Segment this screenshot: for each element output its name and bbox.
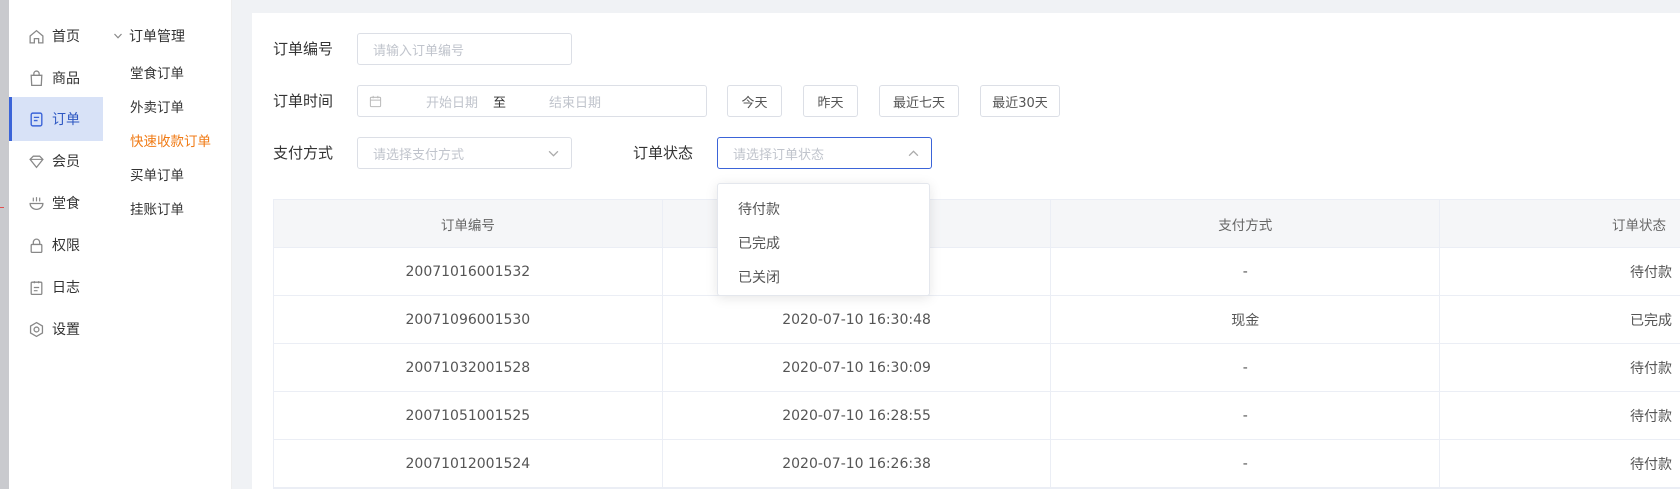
- cell-order-time: 2020-07-10 16:26:38: [663, 440, 1052, 487]
- date-range-picker[interactable]: 开始日期 至 结束日期: [357, 85, 707, 117]
- order-no-label: 订单编号: [273, 40, 334, 58]
- home-icon: [29, 29, 44, 44]
- dropdown-option-closed[interactable]: 已关闭: [718, 260, 929, 294]
- cell-order-no: 20071051001525: [274, 392, 663, 439]
- cell-order-no: 20071016001532: [274, 248, 663, 295]
- last-7-days-button[interactable]: 最近七天: [879, 85, 959, 117]
- nav-item-label: 日志: [52, 280, 80, 296]
- start-date-placeholder[interactable]: 开始日期: [426, 92, 478, 111]
- subnav-item-bill-orders[interactable]: 买单订单: [130, 164, 184, 184]
- window-edge-strip: [0, 0, 9, 489]
- nav-item-settings[interactable]: 设置: [9, 307, 103, 351]
- order-status-label: 订单状态: [633, 144, 694, 162]
- dropdown-option-pending-payment[interactable]: 待付款: [718, 192, 929, 226]
- edge-marker: [0, 207, 4, 208]
- sub-nav: 订单管理 堂食订单 外卖订单 快速收款订单 买单订单 挂账订单: [103, 0, 232, 489]
- order-no-placeholder: 请输入订单编号: [373, 43, 465, 59]
- order-status-select[interactable]: 请选择订单状态: [717, 137, 932, 169]
- orders-table: 订单编号 支付方式 订单状态 20071016001532 - 待付款 2007…: [273, 199, 1680, 489]
- nav-item-logs[interactable]: 日志: [9, 265, 103, 309]
- cell-order-status: 待付款: [1629, 360, 1672, 377]
- cell-pay-method: -: [1051, 392, 1441, 439]
- table-row[interactable]: 20071032001528 2020-07-10 16:30:09 - 待付款: [274, 344, 1680, 392]
- yesterday-button[interactable]: 昨天: [803, 85, 858, 117]
- last-30-days-button[interactable]: 最近30天: [980, 85, 1060, 117]
- active-indicator: [9, 97, 12, 141]
- cell-order-no: 20071032001528: [274, 344, 663, 391]
- cell-order-status: 待付款: [1629, 264, 1672, 281]
- dropdown-option-completed[interactable]: 已完成: [718, 226, 929, 260]
- subnav-group-order-management[interactable]: 订单管理: [113, 26, 185, 46]
- cell-pay-method: 现金: [1051, 296, 1441, 343]
- cell-order-status: 待付款: [1629, 408, 1672, 425]
- lock-icon: [30, 238, 43, 253]
- end-date-placeholder[interactable]: 结束日期: [549, 92, 601, 111]
- table-header-row: 订单编号 支付方式 订单状态: [274, 200, 1680, 248]
- header-order-no[interactable]: 订单编号: [274, 200, 663, 247]
- cell-order-time: 2020-07-10 16:30:48: [663, 296, 1052, 343]
- nav-item-label: 商品: [52, 71, 80, 87]
- cell-pay-method: -: [1051, 248, 1441, 295]
- range-separator: 至: [493, 95, 507, 111]
- cell-order-status: 待付款: [1629, 456, 1672, 473]
- subnav-item-takeout-orders[interactable]: 外卖订单: [130, 96, 184, 116]
- subnav-title: 订单管理: [129, 29, 185, 45]
- header-pay-method[interactable]: 支付方式: [1051, 200, 1441, 247]
- nav-item-products[interactable]: 商品: [9, 56, 103, 100]
- nav-item-label: 堂食: [52, 196, 80, 212]
- table-row[interactable]: 20071012001524 2020-07-10 16:26:38 - 待付款: [274, 440, 1680, 488]
- nav-item-label: 订单: [52, 112, 80, 128]
- cell-order-status: 已完成: [1629, 312, 1672, 329]
- nav-item-label: 首页: [52, 29, 80, 45]
- shopping-bag-icon: [30, 69, 43, 86]
- subnav-item-quick-pay-orders[interactable]: 快速收款订单: [130, 130, 211, 150]
- order-time-label: 订单时间: [273, 92, 334, 110]
- pay-method-placeholder: 请选择支付方式: [373, 147, 465, 163]
- header-order-status[interactable]: 订单状态: [1440, 200, 1680, 247]
- table-row[interactable]: 20071016001532 - 待付款: [274, 248, 1680, 296]
- order-status-dropdown: 待付款 已完成 已关闭: [717, 183, 930, 296]
- nav-item-orders[interactable]: 订单: [9, 97, 103, 141]
- main-nav: 首页 商品 订单 会员 堂食 权限 日志 设置: [9, 0, 103, 489]
- cell-pay-method: -: [1051, 344, 1441, 391]
- cell-order-no: 20071012001524: [274, 440, 663, 487]
- table-row[interactable]: 20071051001525 2020-07-10 16:28:55 - 待付款: [274, 392, 1680, 440]
- nav-item-label: 权限: [52, 238, 80, 254]
- settings-icon: [29, 321, 44, 337]
- chevron-up-icon: [908, 150, 919, 157]
- order-no-input[interactable]: 请输入订单编号: [357, 33, 572, 65]
- document-icon: [30, 111, 43, 127]
- clipboard-icon: [30, 280, 43, 295]
- nav-item-label: 会员: [52, 154, 80, 170]
- nav-item-label: 设置: [52, 322, 80, 338]
- nav-item-dine-in[interactable]: 堂食: [9, 181, 103, 225]
- subnav-item-credit-orders[interactable]: 挂账订单: [130, 198, 184, 218]
- pay-method-label: 支付方式: [273, 144, 334, 162]
- chevron-down-icon: [548, 150, 559, 157]
- nav-item-members[interactable]: 会员: [9, 139, 103, 183]
- subnav-item-dine-in-orders[interactable]: 堂食订单: [130, 62, 184, 82]
- chevron-down-icon: [114, 33, 122, 39]
- cell-order-time: 2020-07-10 16:28:55: [663, 392, 1052, 439]
- main-content: 订单编号 请输入订单编号 订单时间 开始日期 至 结束日期 今天 昨天 最近七天…: [252, 13, 1680, 489]
- cell-order-time: 2020-07-10 16:30:09: [663, 344, 1052, 391]
- cell-pay-method: -: [1051, 440, 1441, 487]
- pay-method-select[interactable]: 请选择支付方式: [357, 137, 572, 169]
- today-button[interactable]: 今天: [727, 85, 782, 117]
- bowl-icon: [29, 196, 44, 210]
- order-status-placeholder: 请选择订单状态: [733, 147, 825, 163]
- calendar-icon: [369, 95, 382, 107]
- nav-item-permissions[interactable]: 权限: [9, 223, 103, 267]
- nav-item-home[interactable]: 首页: [9, 14, 103, 58]
- diamond-icon: [29, 155, 44, 168]
- table-row[interactable]: 20071096001530 2020-07-10 16:30:48 现金 已完…: [274, 296, 1680, 344]
- cell-order-no: 20071096001530: [274, 296, 663, 343]
